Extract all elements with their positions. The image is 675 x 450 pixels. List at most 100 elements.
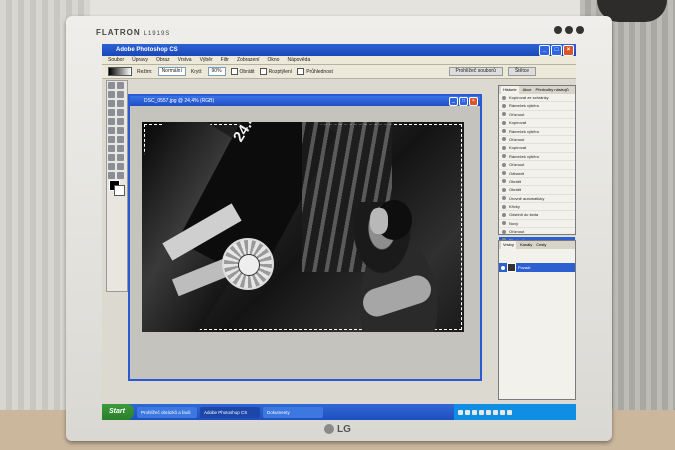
layer-row[interactable]: Pozadí [499,263,575,272]
mode-select[interactable]: Normální [157,67,186,76]
blur-tool-icon[interactable] [108,136,115,143]
healing-brush-icon[interactable] [108,109,115,116]
history-item[interactable]: Kopírovat [499,119,575,128]
doc-maximize-button[interactable]: □ [459,97,468,106]
crop-tool-icon[interactable] [108,100,115,107]
tab-brushes[interactable]: Štětce [507,67,536,76]
canvas[interactable]: 24.4.2002 [142,122,464,332]
lasso-tool-icon[interactable] [108,91,115,98]
monitor: FLATRON L1919S Adobe Photoshop CS _ □ × S… [66,16,612,441]
eraser-icon[interactable] [108,127,115,134]
menu-filter[interactable]: Filtr [221,56,229,64]
tray-icon[interactable] [493,409,498,415]
menu-layer[interactable]: Vrstva [178,56,192,64]
taskbar-item-image-viewer[interactable]: Prohlížeč obrázků a faxů [136,406,197,418]
history-item[interactable]: Oříznout [499,161,575,170]
doc-minimize-button[interactable]: _ [449,97,458,106]
tab-file-browser[interactable]: Prohlížeč souborů [448,67,503,76]
dither-checkbox[interactable]: Rozptýlení [259,68,293,75]
history-item[interactable]: Oříznout [499,136,575,145]
tab-tool-presets[interactable]: Předvolby nástrojů [535,86,568,94]
opacity-label: Krytí: [190,68,203,75]
history-item[interactable]: Odbarvit [499,170,575,178]
magic-wand-icon[interactable] [117,91,124,98]
history-item[interactable]: Obrátit [499,178,575,187]
eye-icon[interactable] [501,265,505,270]
marquee-tool-icon[interactable] [108,82,115,89]
history-item[interactable]: Rámeček výběru [499,153,575,162]
power-icon[interactable] [576,26,584,34]
dither-label: Rozptýlení [268,68,293,75]
layers-panel: Vrstvy Kanály Cesty Pozadí [498,240,576,400]
notes-tool-icon[interactable] [108,163,115,170]
history-item[interactable]: Křivky [499,203,575,212]
transparency-checkbox[interactable]: Průhlednost [297,68,333,75]
tray-icon[interactable] [465,409,470,415]
gradient-swatch[interactable] [108,67,132,76]
brush-tool-icon[interactable] [117,109,124,116]
tray-icon[interactable] [472,409,477,415]
reverse-checkbox[interactable]: Obrátit [230,68,255,75]
pen-tool-icon[interactable] [108,154,115,161]
background-color[interactable] [114,185,125,196]
tab-actions[interactable]: Akce [523,86,532,94]
start-button[interactable]: Start [102,404,134,420]
dodge-tool-icon[interactable] [117,136,124,143]
menu-edit[interactable]: Úpravy [132,56,148,64]
menu-file[interactable]: Soubor [108,56,124,64]
doc-close-button[interactable]: × [469,97,478,106]
tab-channels[interactable]: Kanály [520,241,532,249]
history-item[interactable]: Kopírovat [499,144,575,153]
path-select-icon[interactable] [108,145,115,152]
document-window: DSC_0557.jpg @ 24,4% (RGB) _ □ × 24.4.20… [128,94,482,381]
bezel-button-icon[interactable] [565,26,573,34]
app-titlebar[interactable]: Adobe Photoshop CS _ □ × [102,44,576,56]
shape-tool-icon[interactable] [117,154,124,161]
menu-view[interactable]: Zobrazení [237,56,260,64]
gradient-tool-icon[interactable] [117,127,124,134]
history-item[interactable]: Kopírovat ze schránky [499,94,575,103]
tab-paths[interactable]: Cesty [536,241,546,249]
tray-icon[interactable] [479,409,484,415]
tray-icon[interactable] [458,409,463,415]
zoom-tool-icon[interactable] [117,172,124,179]
history-item[interactable]: Rámeček výběru [499,102,575,111]
opacity-field[interactable]: 90% [207,67,226,76]
menu-image[interactable]: Obraz [156,56,170,64]
document-title: DSC_0557.jpg @ 24,4% (RGB) [144,98,215,104]
history-item[interactable]: Rámeček výběru [499,128,575,136]
history-item[interactable]: Oříznout [499,228,575,237]
bezel-button-icon[interactable] [554,26,562,34]
history-item[interactable]: Obrátit [499,186,575,195]
taskbar-item-documents[interactable]: Dokumenty [262,406,323,418]
history-brush-icon[interactable] [117,118,124,125]
close-button[interactable]: × [563,45,574,56]
bw-photo[interactable]: 24.4.2002 [142,122,464,332]
minimize-button[interactable]: _ [539,45,550,56]
tab-history[interactable]: Historie [501,86,519,94]
clone-stamp-icon[interactable] [108,118,115,125]
tray-icon[interactable] [507,409,512,415]
history-item[interactable]: Nový [499,220,575,229]
model-name: L1919S [143,31,171,37]
menu-window[interactable]: Okno [268,56,280,64]
tray-icon[interactable] [486,409,491,415]
history-item[interactable]: Úrovně automaticky [499,195,575,204]
color-swatches[interactable] [107,180,127,198]
layer-thumbnail [507,263,516,272]
tab-layers[interactable]: Vrstvy [501,241,516,249]
slice-tool-icon[interactable] [117,100,124,107]
type-tool-icon[interactable] [117,145,124,152]
menu-select[interactable]: Výběr [200,56,213,64]
history-item[interactable]: Oříznout [499,111,575,120]
taskbar-item-photoshop[interactable]: Adobe Photoshop CS [199,406,260,418]
eyedropper-icon[interactable] [117,163,124,170]
tray-icon[interactable] [500,409,505,415]
menu-help[interactable]: Nápověda [287,56,310,64]
hand-tool-icon[interactable] [108,172,115,179]
document-titlebar[interactable]: DSC_0557.jpg @ 24,4% (RGB) _ □ × [130,96,480,106]
maximize-button[interactable]: □ [551,45,562,56]
history-item[interactable]: Odstínit do šeda [499,211,575,220]
move-tool-icon[interactable] [117,82,124,89]
reverse-label: Obrátit [239,68,255,75]
